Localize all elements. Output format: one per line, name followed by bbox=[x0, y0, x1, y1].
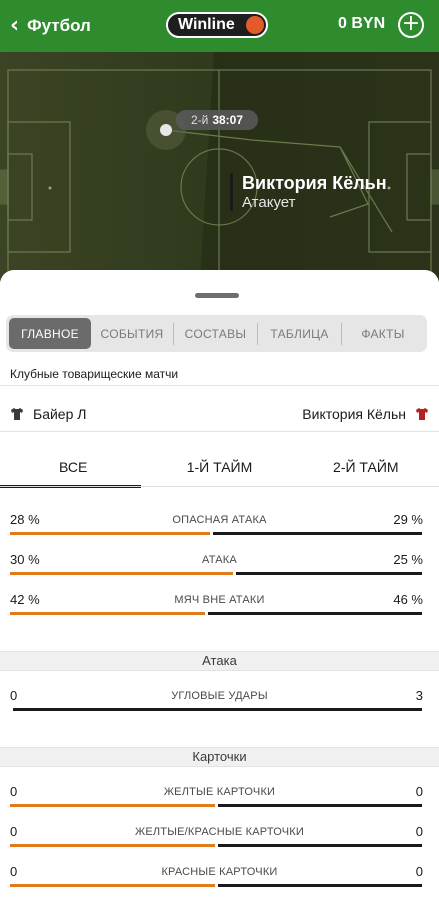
stat-name: ЖЕЛТЫЕ/КРАСНЫЕ КАРТОЧКИ bbox=[134, 826, 305, 838]
stat-bar-home bbox=[10, 844, 215, 847]
attack-zone-shade bbox=[200, 52, 439, 282]
match-details-sheet: ГЛАВНОЕ СОБЫТИЯ СОСТАВЫ ТАБЛИЦА ФАКТЫ Кл… bbox=[0, 270, 439, 900]
top-app-bar: ‹ Футбол Winline 0 BYN + bbox=[0, 0, 439, 52]
account-balance[interactable]: 0 BYN bbox=[338, 15, 385, 33]
league-name: Клубные товарищеские матчи bbox=[10, 367, 179, 381]
stat-row: 0 ЖЕЛТЫЕ КАРТОЧКИ 0 bbox=[0, 784, 439, 808]
pitch-drawing bbox=[0, 52, 439, 282]
stat-name: УГЛОВЫЕ УДАРЫ bbox=[171, 690, 268, 702]
stat-bar-away bbox=[218, 804, 422, 807]
stat-away-value: 25 % bbox=[393, 552, 423, 567]
stat-away-value: 0 bbox=[415, 864, 423, 879]
stat-away-value: 3 bbox=[415, 688, 423, 703]
match-period: 2-й bbox=[190, 113, 209, 127]
home-team: Байер Л bbox=[10, 406, 86, 422]
brand-logo: Winline bbox=[166, 12, 268, 38]
stat-bar-home bbox=[10, 804, 215, 807]
stat-name: АТАКА bbox=[202, 554, 237, 566]
stat-away-value: 0 bbox=[415, 784, 423, 799]
stat-name: ЖЕЛТЫЕ КАРТОЧКИ bbox=[163, 786, 276, 798]
stat-row: 0 УГЛОВЫЕ УДАРЫ 3 bbox=[0, 688, 439, 712]
stat-bar-home bbox=[10, 532, 210, 535]
tab-events[interactable]: СОБЫТИЯ bbox=[91, 318, 173, 349]
stat-bar-away bbox=[213, 532, 422, 535]
add-funds-button[interactable]: + bbox=[398, 12, 424, 38]
back-button[interactable]: ‹ Футбол bbox=[10, 13, 96, 39]
stat-bar bbox=[10, 532, 422, 535]
attacking-team: Виктория Кёльн bbox=[242, 173, 387, 193]
stat-bar-home bbox=[10, 612, 205, 615]
main-tabs: ГЛАВНОЕ СОБЫТИЯ СОСТАВЫ ТАБЛИЦА ФАКТЫ bbox=[6, 315, 427, 352]
stat-bar-away bbox=[13, 708, 422, 711]
tab-period-second-half[interactable]: 2-Й ТАЙМ bbox=[293, 448, 439, 486]
period-tabs: ВСЕ 1-Й ТАЙМ 2-Й ТАЙМ bbox=[0, 448, 439, 488]
chevron-left-icon: ‹ bbox=[10, 13, 20, 38]
match-clock: 2-й 38:07 bbox=[176, 110, 258, 130]
stat-name: ОПАСНАЯ АТАКА bbox=[172, 514, 267, 526]
stat-bar bbox=[10, 612, 422, 615]
ball-icon bbox=[160, 124, 172, 136]
stat-row: 0 КРАСНЫЕ КАРТОЧКИ 0 bbox=[0, 864, 439, 888]
tab-facts[interactable]: ФАКТЫ bbox=[342, 318, 424, 349]
divider bbox=[0, 431, 439, 432]
sheet-drag-handle[interactable] bbox=[195, 293, 239, 298]
stat-row: 30 % АТАКА 25 % bbox=[0, 552, 439, 576]
match-tracker-field: 2-й 38:07 Виктория Кёльн Атакует bbox=[0, 52, 439, 282]
tab-period-all[interactable]: ВСЕ bbox=[0, 448, 146, 488]
stat-row: 42 % МЯЧ ВНЕ АТАКИ 46 % bbox=[0, 592, 439, 616]
tab-period-first-half[interactable]: 1-Й ТАЙМ bbox=[146, 448, 292, 486]
stat-bar-home bbox=[10, 572, 233, 575]
stat-bar-away bbox=[218, 884, 422, 887]
brand-ball-icon bbox=[246, 16, 264, 34]
stat-bar-away bbox=[218, 844, 422, 847]
stat-bar bbox=[10, 572, 422, 575]
stat-name: МЯЧ ВНЕ АТАКИ bbox=[174, 594, 265, 606]
away-shirt-icon bbox=[416, 408, 428, 420]
away-team: Виктория Кёльн bbox=[302, 406, 429, 422]
attack-indicator-bar bbox=[230, 173, 233, 211]
home-team-name: Байер Л bbox=[33, 406, 87, 422]
stat-bar bbox=[10, 884, 422, 887]
stat-bar-home bbox=[10, 884, 215, 887]
stat-row: 28 % ОПАСНАЯ АТАКА 29 % bbox=[0, 512, 439, 536]
stat-away-value: 0 bbox=[415, 824, 423, 839]
stat-bar bbox=[10, 708, 422, 711]
section-cards-header: Карточки bbox=[0, 747, 439, 767]
stat-bar bbox=[10, 804, 422, 807]
tab-table[interactable]: ТАБЛИЦА bbox=[258, 318, 341, 349]
stat-away-value: 46 % bbox=[393, 592, 423, 607]
stat-bar bbox=[10, 844, 422, 847]
stat-row: 0 ЖЕЛТЫЕ/КРАСНЫЕ КАРТОЧКИ 0 bbox=[0, 824, 439, 848]
match-time: 38:07 bbox=[212, 113, 244, 127]
away-team-name: Виктория Кёльн bbox=[302, 406, 406, 422]
back-label: Футбол bbox=[27, 16, 91, 35]
home-shirt-icon bbox=[11, 408, 23, 420]
stat-bar-away bbox=[208, 612, 422, 615]
plus-icon: + bbox=[401, 11, 421, 36]
tab-main[interactable]: ГЛАВНОЕ bbox=[9, 318, 91, 349]
divider bbox=[0, 385, 439, 386]
divider bbox=[0, 486, 439, 487]
stat-bar-away bbox=[236, 572, 422, 575]
section-attack-header: Атака bbox=[0, 651, 439, 671]
stat-name: КРАСНЫЕ КАРТОЧКИ bbox=[161, 866, 278, 878]
tab-lineups[interactable]: СОСТАВЫ bbox=[174, 318, 257, 349]
attacking-status: Атакует bbox=[242, 194, 296, 211]
brand-name: Winline bbox=[178, 16, 235, 33]
stat-away-value: 29 % bbox=[393, 512, 423, 527]
